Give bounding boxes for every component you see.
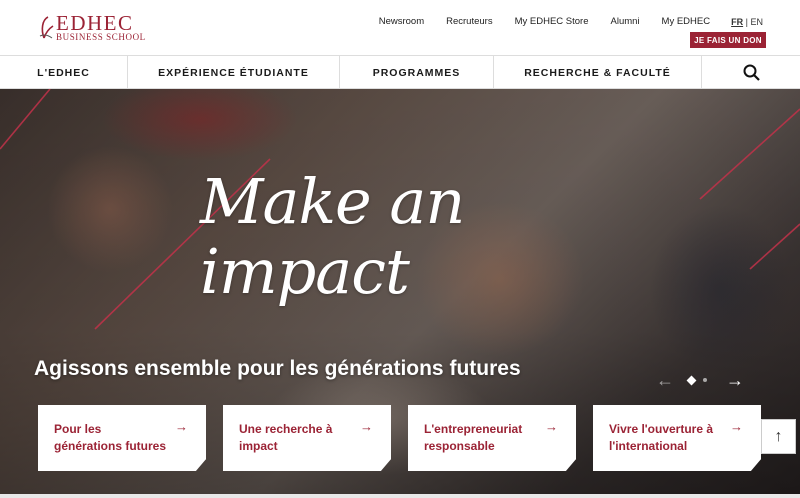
utility-links: Newsroom Recruteurs My EDHEC Store Alumn… — [357, 16, 763, 27]
donate-button[interactable]: JE FAIS UN DON — [690, 32, 766, 48]
arrow-right-icon: → — [545, 419, 558, 434]
lang-separator: | — [745, 16, 748, 27]
link-recruteurs[interactable]: Recruteurs — [446, 16, 492, 27]
back-to-top-button[interactable]: ↑ — [761, 419, 796, 454]
card-international[interactable]: Vivre l'ouverture à l'international → — [593, 405, 761, 471]
lang-fr[interactable]: FR — [731, 17, 743, 27]
card-title: Vivre l'ouverture à l'international — [609, 422, 714, 453]
card-recherche[interactable]: Une recherche à impact → — [223, 405, 391, 471]
card-entrepreneuriat[interactable]: L'entrepreneuriat responsable → — [408, 405, 576, 471]
hero-subtitle: Agissons ensemble pour les générations f… — [34, 357, 521, 380]
hero-title: Make an impact — [200, 165, 465, 308]
slider-prev-arrow-icon[interactable]: ← — [656, 370, 676, 391]
link-newsroom[interactable]: Newsroom — [379, 16, 424, 27]
card-title: L'entrepreneuriat responsable — [424, 422, 523, 453]
feature-cards: Pour les générations futures → Une reche… — [38, 405, 778, 471]
logo-mark-icon — [39, 16, 54, 39]
nav-item-experience[interactable]: EXPÉRIENCE ÉTUDIANTE — [128, 56, 340, 89]
card-title: Pour les générations futures — [54, 422, 167, 453]
page-bottom-strip — [0, 494, 800, 498]
slider-next-arrow-icon[interactable]: → — [726, 370, 744, 391]
language-switcher: FR | EN — [731, 17, 763, 27]
arrow-right-icon: → — [730, 419, 743, 434]
top-header: EDHEC BUSINESS SCHOOL Newsroom Recruteur… — [0, 0, 800, 55]
nav-item-edhec[interactable]: L'EDHEC — [0, 56, 128, 89]
nav-item-recherche[interactable]: RECHERCHE & FACULTÉ — [494, 56, 702, 89]
slider-controls: ← → — [656, 370, 750, 391]
search-button[interactable] — [702, 56, 800, 89]
nav-item-programmes[interactable]: PROGRAMMES — [340, 56, 494, 89]
hero-banner: Make an impact Agissons ensemble pour le… — [0, 89, 800, 494]
arrow-right-icon: → — [360, 419, 373, 434]
main-nav: L'EDHEC EXPÉRIENCE ÉTUDIANTE PROGRAMMES … — [0, 55, 800, 89]
edhec-logo[interactable]: EDHEC BUSINESS SCHOOL — [38, 11, 156, 42]
logo-name: EDHEC — [56, 11, 134, 35]
card-generations[interactable]: Pour les générations futures → — [38, 405, 206, 471]
link-edhec-store[interactable]: My EDHEC Store — [515, 16, 589, 27]
link-my-edhec[interactable]: My EDHEC — [662, 16, 711, 27]
logo-subtitle: BUSINESS SCHOOL — [56, 32, 146, 42]
slider-dot[interactable] — [703, 378, 707, 382]
arrow-up-icon: ↑ — [774, 427, 783, 445]
arrow-right-icon: → — [175, 419, 188, 434]
card-title: Une recherche à impact — [239, 422, 333, 453]
link-alumni[interactable]: Alumni — [611, 16, 640, 27]
search-icon — [743, 64, 760, 81]
slider-dot-active[interactable] — [686, 375, 697, 385]
lang-en[interactable]: EN — [750, 17, 763, 27]
